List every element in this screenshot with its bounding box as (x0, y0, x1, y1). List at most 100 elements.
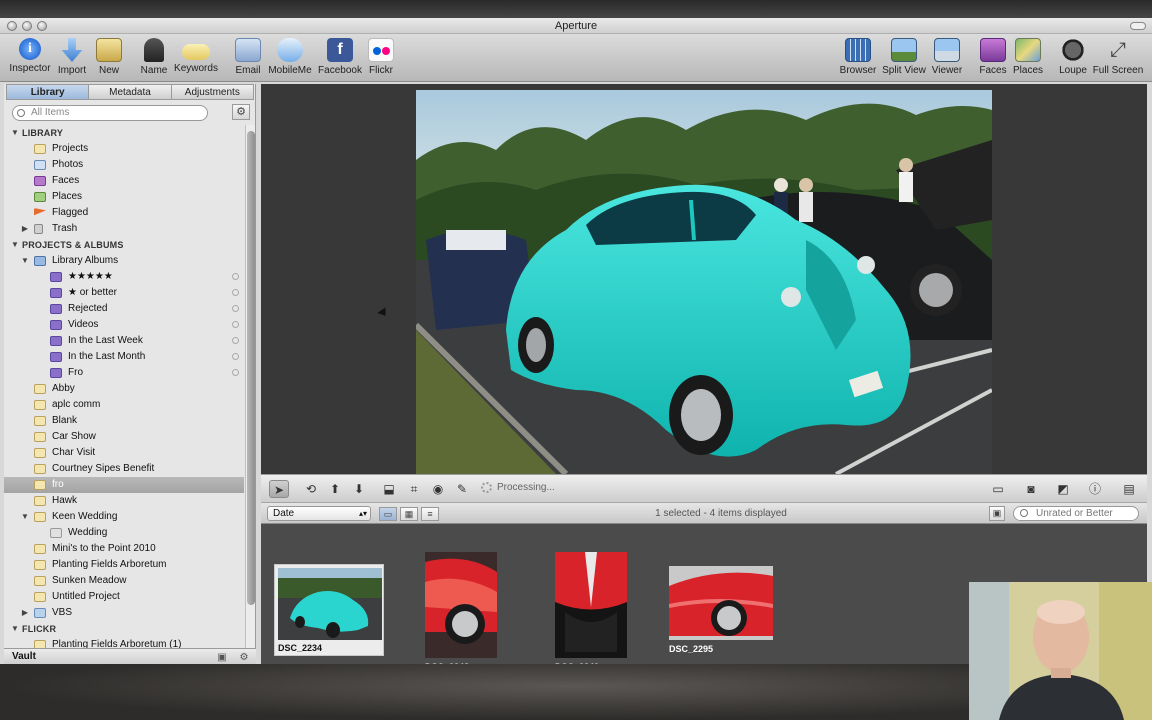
video-backdrop-top (0, 0, 1152, 18)
list-view-button[interactable]: ≡ (421, 507, 439, 521)
browser-thumbnail[interactable]: DSC_2243 (423, 550, 499, 672)
browser-thumbnail[interactable]: DSC_2234 (274, 564, 384, 656)
sidebar-item[interactable]: ▼ Library Albums (4, 253, 244, 269)
name-tag-icon (144, 38, 164, 62)
filter-search-input[interactable]: Unrated or Better (1013, 506, 1139, 521)
sidebar-section-header[interactable]: ▼ LIBRARY (4, 125, 244, 141)
sidebar-item[interactable]: ★★★★★ (4, 269, 244, 285)
keywords-button[interactable]: Keywords (168, 38, 224, 74)
sidebar-item-label: Char Visit (52, 447, 96, 458)
lift-tool-button[interactable]: ⬆ (325, 480, 345, 498)
browser-thumbnail[interactable]: DSC_2249 (553, 550, 629, 672)
sidebar-item[interactable]: Faces (4, 173, 244, 189)
stamp-tool-button[interactable]: ⬇ (349, 480, 369, 498)
selection-tool-button[interactable]: ➤ (269, 480, 289, 498)
smart-album-icon (50, 288, 62, 298)
sidebar-item[interactable]: aplc comm (4, 397, 244, 413)
disclosure-open-icon[interactable]: ▼ (10, 125, 20, 141)
disclosure-open-icon[interactable]: ▼ (20, 509, 30, 525)
library-search-input[interactable]: All Items (12, 105, 208, 121)
search-icon (17, 109, 25, 117)
brush-tool-button[interactable]: ✎ (452, 480, 472, 498)
filter-hud-button[interactable]: ▣ (989, 506, 1005, 521)
smart-search-icon[interactable] (232, 353, 239, 360)
sidebar-item[interactable]: Fro (4, 365, 244, 381)
sidebar-item[interactable]: Char Visit (4, 445, 244, 461)
smart-album-icon (50, 320, 62, 330)
main-photo[interactable] (416, 90, 992, 474)
sidebar-scrollbar[interactable] (245, 125, 255, 648)
smart-search-icon[interactable] (232, 305, 239, 312)
sidebar-item[interactable]: Planting Fields Arboretum (1) (4, 637, 244, 648)
inspector-hud-button[interactable]: ⓘ (1085, 480, 1105, 498)
close-window-button[interactable] (7, 21, 17, 31)
library-action-button[interactable]: ⚙ (232, 104, 250, 120)
disclosure-closed-icon[interactable]: ▶ (20, 221, 30, 237)
sidebar-item[interactable]: Car Show (4, 429, 244, 445)
sidebar-item[interactable]: ★ or better (4, 285, 244, 301)
name-label: Name (140, 65, 168, 76)
filmstrip-button[interactable]: ▤ (1119, 480, 1139, 498)
smart-search-icon[interactable] (232, 321, 239, 328)
filmstrip-view-button[interactable]: ▭ (379, 507, 397, 521)
swap-button[interactable]: ◩ (1053, 480, 1073, 498)
sidebar-item[interactable]: Flagged (4, 205, 244, 221)
sidebar-item[interactable]: Sunken Meadow (4, 573, 244, 589)
sidebar-item-label: Blank (52, 415, 78, 426)
sidebar-item[interactable]: Rejected (4, 301, 244, 317)
crop-tool-button[interactable]: ⌗ (404, 480, 424, 498)
places-icon (34, 192, 46, 202)
minimize-window-button[interactable] (22, 21, 32, 31)
sort-select[interactable]: Date ▴▾ (267, 506, 371, 521)
rotate-tool-button[interactable]: ⟲ (301, 480, 321, 498)
sidebar-item[interactable]: In the Last Month (4, 349, 244, 365)
sidebar-item[interactable]: Planting Fields Arboretum (4, 557, 244, 573)
disclosure-open-icon[interactable]: ▼ (10, 621, 20, 637)
split-view-icon (891, 38, 917, 62)
disclosure-open-icon[interactable]: ▼ (20, 253, 30, 269)
smart-search-icon[interactable] (232, 337, 239, 344)
sidebar-item[interactable]: ▶ VBS (4, 605, 244, 621)
tab-library[interactable]: Library (6, 84, 90, 100)
search-icon (1020, 509, 1028, 517)
sidebar-item[interactable]: Blank (4, 413, 244, 429)
vault-add-button[interactable]: ▣ (215, 650, 229, 663)
grid-view-button[interactable]: ▦ (400, 507, 418, 521)
mobileme-button[interactable]: MobileMe (262, 38, 318, 76)
sidebar-item[interactable]: Projects (4, 141, 244, 157)
sidebar-item[interactable]: Hawk (4, 493, 244, 509)
sidebar-item[interactable]: In the Last Week (4, 333, 244, 349)
straighten-tool-button[interactable]: ⬓ (379, 480, 399, 498)
sidebar-item[interactable]: Abby (4, 381, 244, 397)
smart-search-icon[interactable] (232, 369, 239, 376)
smart-search-icon[interactable] (232, 273, 239, 280)
sidebar-section-header[interactable]: ▼ PROJECTS & ALBUMS (4, 237, 244, 253)
toolbar-toggle-button[interactable] (1130, 22, 1146, 30)
secondary-viewer-button[interactable]: ◙ (1021, 480, 1041, 498)
disclosure-open-icon[interactable]: ▼ (10, 237, 20, 253)
sidebar-item[interactable]: ▼ Keen Wedding (4, 509, 244, 525)
sidebar-scroll-thumb[interactable] (247, 131, 255, 605)
sidebar-item[interactable]: ▶ Trash (4, 221, 244, 237)
sidebar-item[interactable]: Wedding (4, 525, 244, 541)
tab-adjustments[interactable]: Adjustments (171, 84, 254, 100)
sidebar-item[interactable]: fro (4, 477, 244, 493)
sidebar-item[interactable]: Mini's to the Point 2010 (4, 541, 244, 557)
loupe-icon (1060, 38, 1086, 62)
tab-metadata[interactable]: Metadata (89, 84, 172, 100)
zoom-window-button[interactable] (37, 21, 47, 31)
sidebar-item[interactable]: Videos (4, 317, 244, 333)
browser-thumbnail[interactable]: DSC_2295 (667, 566, 775, 656)
show-viewer-button[interactable]: ▭ (988, 480, 1008, 498)
red-eye-tool-button[interactable]: ◉ (428, 480, 448, 498)
sidebar-item[interactable]: Places (4, 189, 244, 205)
smart-search-icon[interactable] (232, 289, 239, 296)
full-screen-button[interactable]: Full Screen (1090, 38, 1146, 76)
sidebar-item[interactable]: Photos (4, 157, 244, 173)
sidebar-item[interactable]: Courtney Sipes Benefit (4, 461, 244, 477)
sidebar-item[interactable]: Untitled Project (4, 589, 244, 605)
disclosure-closed-icon[interactable]: ▶ (20, 605, 30, 621)
vault-gear-button[interactable]: ⚙ (237, 650, 251, 663)
sidebar-section-header[interactable]: ▼ FLICKR (4, 621, 244, 637)
flickr-button[interactable]: Flickr (353, 38, 409, 76)
